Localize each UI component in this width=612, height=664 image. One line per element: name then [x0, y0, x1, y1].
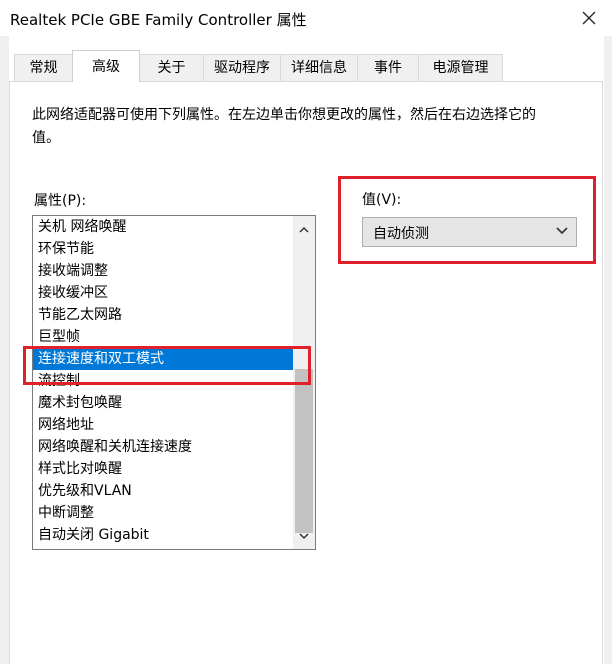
property-label: 属性(P): — [34, 193, 87, 209]
tab-events[interactable]: 事件 — [357, 54, 419, 81]
property-list-item[interactable]: 接收缓冲区 — [33, 282, 293, 304]
property-list-item[interactable]: 网络地址 — [33, 414, 293, 436]
chevron-up-icon — [299, 226, 309, 233]
property-list-scrollbar[interactable] — [293, 216, 315, 549]
value-label: 值(V): — [362, 192, 402, 208]
tab-advanced[interactable]: 高级 — [72, 50, 140, 82]
window-frame-right — [604, 36, 612, 664]
close-icon — [582, 11, 596, 25]
window-frame-left — [0, 36, 9, 664]
property-list[interactable]: 关机 网络唤醒 环保节能 接收端调整 接收缓冲区 节能乙太网路 巨型帧 连接速度和双工模式流… — [32, 215, 316, 550]
property-list-item[interactable]: 网络唤醒和关机连接速度 — [33, 436, 293, 458]
property-list-item[interactable]: 自动关闭 Gigabit — [33, 524, 293, 546]
property-list-item[interactable]: 关机 网络唤醒 — [33, 216, 293, 238]
window-title: Realtek PCIe GBE Family Controller 属性 — [10, 11, 307, 29]
tab-general[interactable]: 常规 — [14, 54, 73, 81]
scroll-up-button[interactable] — [293, 218, 315, 240]
property-list-item[interactable]: 魔术封包唤醒 — [33, 392, 293, 414]
property-list-item[interactable]: 接收端调整 — [33, 260, 293, 282]
tab-driver[interactable]: 驱动程序 — [203, 54, 281, 81]
property-list-item[interactable]: 流控制 — [33, 370, 293, 392]
property-list-item[interactable]: 中断调整 — [33, 502, 293, 524]
property-list-item[interactable]: 连接速度和双工模式 — [33, 348, 293, 370]
chevron-down-icon — [299, 532, 309, 539]
tab-details[interactable]: 详细信息 — [280, 54, 358, 81]
value-dropdown-text: 自动侦测 — [373, 226, 429, 242]
close-button[interactable] — [566, 0, 612, 36]
value-dropdown[interactable]: 自动侦测 — [362, 217, 577, 247]
property-list-item[interactable]: 巨型帧 — [33, 326, 293, 348]
scroll-thumb[interactable] — [295, 369, 313, 533]
chevron-down-icon — [556, 227, 568, 235]
tab-strip: 常规 高级 关于 驱动程序 详细信息 事件 电源管理 — [9, 50, 604, 82]
property-list-item[interactable]: 环保节能 — [33, 238, 293, 260]
property-list-item[interactable]: 样式比对唤醒 — [33, 458, 293, 480]
advanced-description: 此网络适配器可使用下列属性。在左边单击你想更改的属性，然后在右边选择它的值。 — [32, 107, 536, 146]
property-list-item[interactable]: 优先级和VLAN — [33, 480, 293, 502]
tab-power-management[interactable]: 电源管理 — [418, 54, 503, 81]
scroll-down-button[interactable] — [293, 525, 315, 547]
property-list-item[interactable]: 节能乙太网路 — [33, 304, 293, 326]
tab-about[interactable]: 关于 — [139, 54, 204, 81]
property-list-items: 关机 网络唤醒 环保节能 接收端调整 接收缓冲区 节能乙太网路 巨型帧 连接速度和双工模式流… — [33, 216, 293, 546]
title-bar: Realtek PCIe GBE Family Controller 属性 — [0, 0, 612, 36]
